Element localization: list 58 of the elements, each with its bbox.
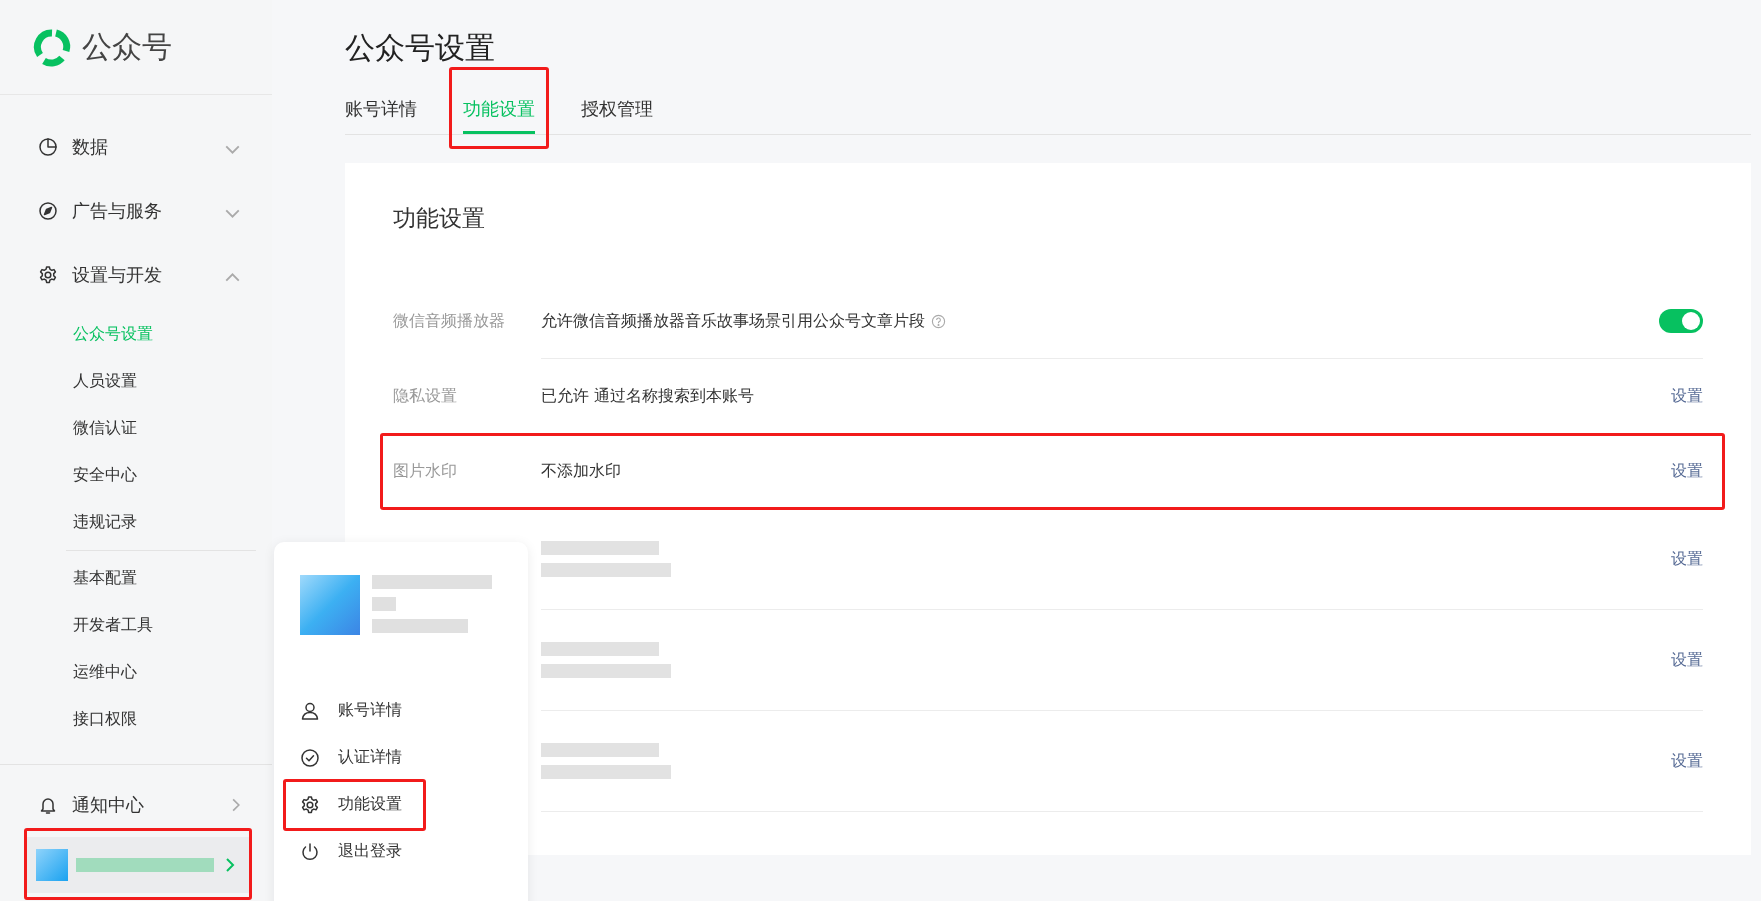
popup-menu-item[interactable]: 退出登录 [300,831,402,872]
setting-value: 允许微信音频播放器音乐故事场景引用公众号文章片段 [541,310,925,332]
settings-icon [300,794,320,815]
menu-label: 数据 [72,135,109,159]
page-title: 公众号设置 [345,29,496,67]
settings-link[interactable]: 设置 [1671,385,1703,407]
submenu-item[interactable]: 接口权限 [66,696,256,743]
menu-label: 设置与开发 [72,263,163,287]
settings-link[interactable]: 设置 [1671,750,1703,772]
submenu-item[interactable]: 安全中心 [0,452,272,499]
popup-menu-label: 账号详情 [338,700,402,721]
setting-label: 隐私设置 [393,386,457,405]
menu-label: 广告与服务 [72,199,163,223]
toggle-switch[interactable] [1659,309,1703,333]
popup-menu-label: 功能设置 [338,794,402,815]
chevron-icon [225,208,240,218]
help-icon[interactable] [931,313,946,329]
avatar [300,575,360,635]
popup-menu-label: 退出登录 [338,841,402,862]
chevron-icon [225,144,240,154]
settings-icon [38,265,58,285]
submenu-item[interactable]: 违规记录 [0,499,272,546]
submenu-item[interactable]: 微信认证 [0,405,272,452]
bell-icon [38,795,58,815]
avatar [36,849,68,881]
popup-menu-label: 认证详情 [338,747,402,768]
chevron-icon [225,272,240,282]
account-switcher[interactable] [24,837,252,893]
user-icon [300,700,320,721]
setting-value: 不添加水印 [541,460,621,482]
settings-link[interactable]: 设置 [1671,548,1703,570]
compass-icon [38,201,58,221]
card-title: 功能设置 [393,204,486,233]
menu-label: 通知中心 [72,793,145,817]
submenu-item[interactable]: 运维中心 [66,649,256,696]
menu-item[interactable]: 设置与开发 [0,243,272,307]
setting-value: 已允许 通过名称搜索到本账号 [541,385,755,407]
chevron-icon [232,798,240,812]
pie-chart-icon [38,137,58,157]
popup-menu-item[interactable]: 功能设置 [300,784,402,825]
submenu-item[interactable]: 开发者工具 [66,602,256,649]
menu-item[interactable]: 数据 [0,115,272,179]
settings-link[interactable]: 设置 [1671,460,1703,482]
submenu-item[interactable]: 基本配置 [66,555,256,602]
submenu-item[interactable]: 人员设置 [0,358,272,405]
menu-item[interactable]: 通知中心 [0,773,272,837]
logo-icon [32,27,72,67]
setting-label: 图片水印 [393,461,457,480]
tab[interactable]: 账号详情 [345,91,417,134]
popup-menu-item[interactable]: 账号详情 [300,690,402,731]
settings-link[interactable]: 设置 [1671,649,1703,671]
setting-label: 微信音频播放器 [393,311,505,330]
check-circle-icon [300,747,320,768]
tab[interactable]: 授权管理 [581,91,653,134]
power-icon [300,841,320,862]
popup-menu-item[interactable]: 认证详情 [300,737,402,778]
logo-text: 公众号 [82,27,172,66]
menu-item[interactable]: 广告与服务 [0,179,272,243]
